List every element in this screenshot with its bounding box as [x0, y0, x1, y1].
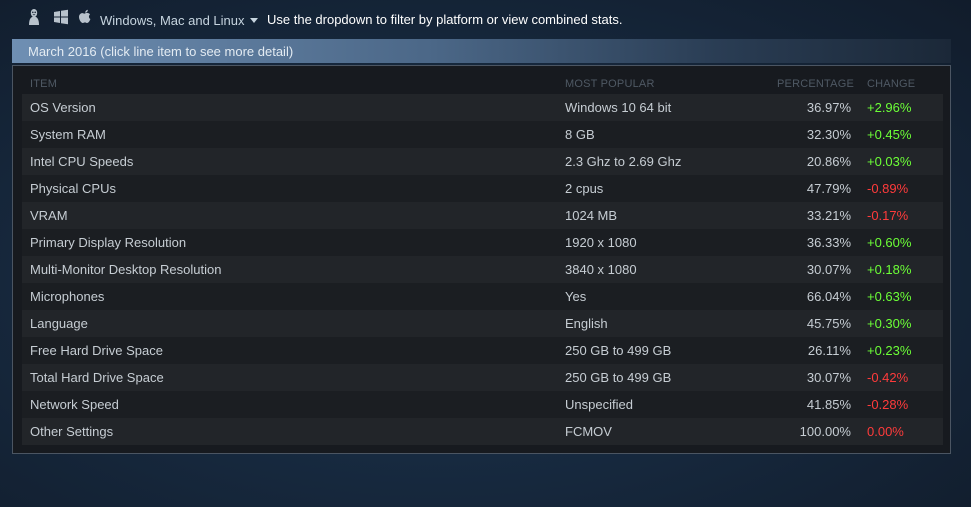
row-percentage: 20.86% [806, 154, 851, 169]
table-row[interactable]: Network Speed Unspecified 41.85% -0.28% [22, 391, 943, 418]
row-change: +0.03% [867, 154, 912, 169]
row-change: -0.17% [867, 208, 909, 223]
table-row[interactable]: OS Version Windows 10 64 bit 36.97% +2.96% [22, 94, 943, 121]
row-percentage: 36.33% [806, 235, 851, 250]
row-percentage: 30.07% [806, 370, 851, 385]
header-change: CHANGE [867, 78, 916, 90]
row-percentage: 41.85% [806, 397, 851, 412]
table-row[interactable]: Microphones Yes 66.04% +0.63% [22, 283, 943, 310]
row-change: +0.30% [867, 316, 912, 331]
table-row[interactable]: VRAM 1024 MB 33.21% -0.17% [22, 202, 943, 229]
platform-dropdown[interactable]: Windows, Mac and Linux [100, 12, 258, 28]
row-item: VRAM [30, 208, 68, 223]
month-title: March 2016 (click line item to see more … [28, 43, 294, 59]
row-item: Network Speed [30, 397, 119, 412]
row-change: +0.63% [867, 289, 912, 304]
row-most-popular: 1920 x 1080 [565, 235, 637, 250]
row-item: Physical CPUs [30, 181, 116, 196]
row-percentage: 33.21% [806, 208, 851, 223]
row-most-popular: 2.3 Ghz to 2.69 Ghz [565, 154, 682, 169]
header-percentage: PERCENTAGE [777, 78, 854, 90]
row-change: -0.28% [867, 397, 909, 412]
row-item: Intel CPU Speeds [30, 154, 134, 169]
apple-icon[interactable] [76, 8, 94, 26]
row-most-popular: 250 GB to 499 GB [565, 343, 672, 358]
row-percentage: 45.75% [806, 316, 851, 331]
row-percentage: 30.07% [806, 262, 851, 277]
row-item: Other Settings [30, 424, 114, 439]
row-most-popular: Windows 10 64 bit [565, 100, 672, 115]
table-row[interactable]: Free Hard Drive Space 250 GB to 499 GB 26.… [22, 337, 943, 364]
platform-hint: Use the dropdown to filter by platform o… [267, 12, 623, 27]
row-item: Microphones [30, 289, 105, 304]
row-most-popular: 250 GB to 499 GB [565, 370, 672, 385]
row-item: Primary Display Resolution [30, 235, 187, 250]
month-header[interactable]: March 2016 (click line item to see more … [12, 39, 951, 63]
header-item: ITEM [30, 78, 58, 90]
row-most-popular: 3840 x 1080 [565, 262, 637, 277]
row-most-popular: Unspecified [565, 397, 633, 412]
row-most-popular: 1024 MB [565, 208, 618, 223]
row-percentage: 26.11% [807, 343, 851, 358]
row-change: +0.18% [867, 262, 912, 277]
row-item: Total Hard Drive Space [30, 370, 164, 385]
row-most-popular: Yes [565, 289, 587, 304]
stats-table: ITEM MOST POPULAR PERCENTAGE CHANGE OS V… [22, 74, 943, 445]
row-item: OS Version [30, 100, 96, 115]
row-change: 0.00% [867, 424, 904, 439]
row-percentage: 32.30% [806, 127, 851, 142]
row-percentage: 47.79% [806, 181, 851, 196]
table-header: ITEM MOST POPULAR PERCENTAGE CHANGE [22, 74, 943, 94]
platform-dropdown-label: Windows, Mac and Linux [100, 12, 245, 28]
table-row[interactable]: System RAM 8 GB 32.30% +0.45% [22, 121, 943, 148]
table-row[interactable]: Multi-Monitor Desktop Resolution 3840 x 1… [22, 256, 943, 283]
row-most-popular: 2 cpus [565, 181, 604, 196]
row-item: System RAM [30, 127, 106, 142]
stats-panel: ITEM MOST POPULAR PERCENTAGE CHANGE OS V… [12, 65, 951, 454]
table-row[interactable]: Other Settings FCMOV 100.00% 0.00% [22, 418, 943, 445]
row-change: +0.45% [867, 127, 912, 142]
table-row[interactable]: Language English 45.75% +0.30% [22, 310, 943, 337]
table-row[interactable]: Total Hard Drive Space 250 GB to 499 GB 30… [22, 364, 943, 391]
row-item: Free Hard Drive Space [30, 343, 163, 358]
row-change: -0.89% [867, 181, 909, 196]
header-most-popular: MOST POPULAR [565, 78, 655, 90]
table-row[interactable]: Physical CPUs 2 cpus 47.79% -0.89% [22, 175, 943, 202]
chevron-down-icon [249, 17, 258, 23]
row-percentage: 36.97% [806, 100, 851, 115]
platform-bar: Windows, Mac and Linux Use the dropdown … [0, 0, 971, 38]
row-most-popular: FCMOV [565, 424, 612, 439]
linux-icon[interactable] [25, 8, 43, 26]
table-row[interactable]: Primary Display Resolution 1920 x 1080 36.… [22, 229, 943, 256]
windows-icon[interactable] [52, 8, 70, 26]
row-item: Language [30, 316, 88, 331]
row-change: +2.96% [867, 100, 912, 115]
row-item: Multi-Monitor Desktop Resolution [30, 262, 222, 277]
table-body: OS Version Windows 10 64 bit 36.97% +2.96% S… [22, 94, 943, 445]
table-row[interactable]: Intel CPU Speeds 2.3 Ghz to 2.69 Ghz 20.86… [22, 148, 943, 175]
row-percentage: 66.04% [806, 289, 851, 304]
row-change: -0.42% [867, 370, 909, 385]
row-most-popular: 8 GB [565, 127, 595, 142]
row-change: +0.23% [867, 343, 912, 358]
row-change: +0.60% [867, 235, 912, 250]
row-percentage: 100.00% [799, 424, 851, 439]
row-most-popular: English [565, 316, 608, 331]
